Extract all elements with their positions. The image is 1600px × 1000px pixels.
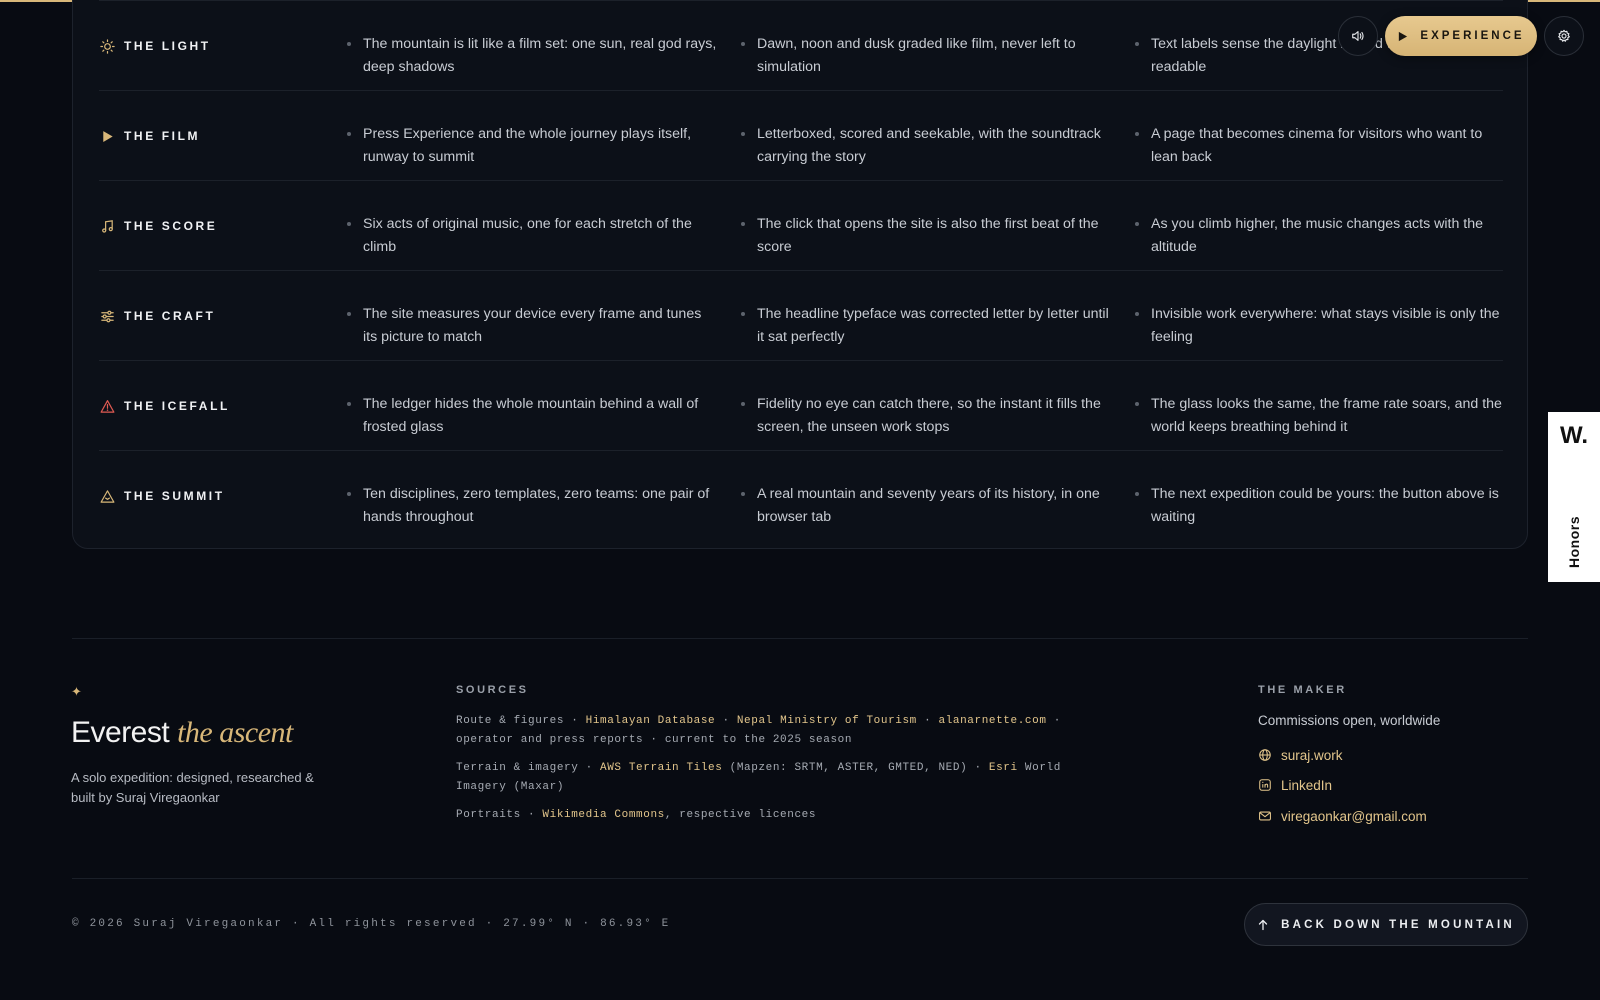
feature-point: The site measures your device every fram… bbox=[346, 271, 718, 348]
row-title: THE FILM bbox=[124, 129, 201, 143]
source-link[interactable]: alanarnette.com bbox=[939, 715, 1047, 727]
source-link[interactable]: AWS Terrain Tiles bbox=[600, 762, 722, 774]
sparkle-icon: ✦ bbox=[71, 684, 82, 699]
linkedin-link[interactable]: LinkedIn bbox=[1258, 775, 1332, 795]
globe-icon bbox=[1259, 749, 1271, 761]
play-icon bbox=[99, 128, 115, 144]
warning-triangle-icon bbox=[99, 398, 115, 414]
play-icon bbox=[1399, 31, 1408, 41]
arrow-up-icon bbox=[1258, 919, 1268, 930]
honors-label: Honors bbox=[1566, 516, 1582, 568]
honors-logo: W. bbox=[1560, 422, 1588, 449]
source-text: , respective licences bbox=[664, 809, 817, 821]
row-label: THE SCORE bbox=[99, 181, 339, 271]
row-label: THE LIGHT bbox=[99, 1, 339, 91]
honors-side-tab[interactable]: W. Honors bbox=[1548, 412, 1600, 582]
sun-icon bbox=[99, 38, 115, 54]
table-row: THE ICEFALL The ledger hides the whole m… bbox=[99, 360, 1503, 450]
table-row: THE CRAFT The site measures your device … bbox=[99, 270, 1503, 360]
source-line-portraits: Portraits · Wikimedia Commons, respectiv… bbox=[456, 806, 1116, 825]
settings-button[interactable] bbox=[1544, 16, 1584, 56]
feature-point: The next expedition could be yours: the … bbox=[1134, 451, 1506, 528]
maker-heading: THE MAKER bbox=[1258, 684, 1347, 696]
table-row: THE SUMMIT Ten disciplines, zero templat… bbox=[99, 450, 1503, 540]
source-line-terrain: Terrain & imagery · AWS Terrain Tiles (M… bbox=[456, 759, 1116, 797]
gear-icon bbox=[1558, 29, 1570, 42]
feature-point: Press Experience and the whole journey p… bbox=[346, 91, 718, 168]
speaker-icon bbox=[1352, 31, 1364, 41]
source-link[interactable]: Esri bbox=[989, 762, 1018, 774]
row-title: THE SCORE bbox=[124, 219, 218, 233]
mail-icon bbox=[1259, 811, 1271, 821]
footer-divider bbox=[72, 878, 1528, 879]
email-link-label: viregaonkar@gmail.com bbox=[1281, 808, 1427, 824]
feature-point: Dawn, noon and dusk graded like film, ne… bbox=[740, 1, 1112, 78]
source-text: · bbox=[916, 715, 939, 727]
source-link[interactable]: Wikimedia Commons bbox=[542, 809, 664, 821]
feature-point: The glass looks the same, the frame rate… bbox=[1134, 361, 1506, 438]
features-table: THE LIGHT The mountain is lit like a fil… bbox=[72, 0, 1528, 549]
linkedin-icon bbox=[1259, 779, 1271, 791]
brand-tagline: A solo expedition: designed, researched … bbox=[71, 770, 314, 805]
music-note-icon bbox=[99, 218, 115, 234]
sound-toggle-button[interactable] bbox=[1338, 16, 1378, 56]
source-line-route: Route & figures · Himalayan Database · N… bbox=[456, 712, 1116, 750]
row-title: THE LIGHT bbox=[124, 39, 211, 53]
row-label: THE SUMMIT bbox=[99, 451, 339, 541]
source-text: (Mapzen: SRTM, ASTER, GMTED, NED) · bbox=[722, 762, 989, 774]
feature-point: As you climb higher, the music changes a… bbox=[1134, 181, 1506, 258]
source-link[interactable]: Nepal Ministry of Tourism bbox=[737, 715, 917, 727]
feature-point: Six acts of original music, one for each… bbox=[346, 181, 718, 258]
website-link[interactable]: suraj.work bbox=[1258, 745, 1343, 765]
linkedin-link-label: LinkedIn bbox=[1281, 777, 1333, 793]
sliders-icon bbox=[99, 308, 115, 324]
mountain-icon bbox=[99, 488, 115, 504]
footer-brand-title: Everest the ascent bbox=[71, 716, 293, 750]
table-row: THE LIGHT The mountain is lit like a fil… bbox=[99, 0, 1503, 90]
experience-button-label: EXPERIENCE bbox=[1420, 30, 1525, 42]
source-link[interactable]: Himalayan Database bbox=[586, 715, 716, 727]
source-text: Route & figures · bbox=[456, 715, 586, 727]
table-row: THE SCORE Six acts of original music, on… bbox=[99, 180, 1503, 270]
row-title: THE SUMMIT bbox=[124, 489, 225, 503]
back-to-top-label: BACK DOWN THE MOUNTAIN bbox=[1281, 918, 1515, 931]
brand-title-main: Everest bbox=[71, 716, 170, 749]
feature-point: A page that becomes cinema for visitors … bbox=[1134, 91, 1506, 168]
feature-point: Letterboxed, scored and seekable, with t… bbox=[740, 91, 1112, 168]
source-text: Portraits · bbox=[456, 809, 543, 821]
experience-button[interactable]: EXPERIENCE bbox=[1385, 16, 1537, 56]
feature-point: Ten disciplines, zero templates, zero te… bbox=[346, 451, 718, 528]
table-row: THE FILM Press Experience and the whole … bbox=[99, 90, 1503, 180]
feature-point: The click that opens the site is also th… bbox=[740, 181, 1112, 258]
copyright-text: © 2026 Suraj Viregaonkar · All rights re… bbox=[72, 918, 671, 930]
feature-point: The ledger hides the whole mountain behi… bbox=[346, 361, 718, 438]
feature-point: Invisible work everywhere: what stays vi… bbox=[1134, 271, 1506, 348]
row-label: THE ICEFALL bbox=[99, 361, 339, 451]
brand-title-accent: the ascent bbox=[177, 716, 293, 749]
maker-subtitle: Commissions open, worldwide bbox=[1258, 713, 1441, 728]
source-text: · bbox=[715, 715, 737, 727]
website-link-label: suraj.work bbox=[1281, 747, 1343, 763]
row-label: THE CRAFT bbox=[99, 271, 339, 361]
feature-point: The mountain is lit like a film set: one… bbox=[346, 1, 718, 78]
row-title: THE CRAFT bbox=[124, 309, 216, 323]
feature-point: Fidelity no eye can catch there, so the … bbox=[740, 361, 1112, 438]
feature-point: The headline typeface was corrected lett… bbox=[740, 271, 1112, 348]
footer-divider bbox=[72, 638, 1528, 639]
back-to-top-button[interactable]: BACK DOWN THE MOUNTAIN bbox=[1244, 903, 1528, 946]
row-label: THE FILM bbox=[99, 91, 339, 181]
feature-point: A real mountain and seventy years of its… bbox=[740, 451, 1112, 528]
row-title: THE ICEFALL bbox=[124, 399, 230, 413]
email-link[interactable]: viregaonkar@gmail.com bbox=[1258, 806, 1427, 826]
source-text: Terrain & imagery · bbox=[456, 762, 601, 774]
sources-heading: SOURCES bbox=[456, 684, 529, 696]
